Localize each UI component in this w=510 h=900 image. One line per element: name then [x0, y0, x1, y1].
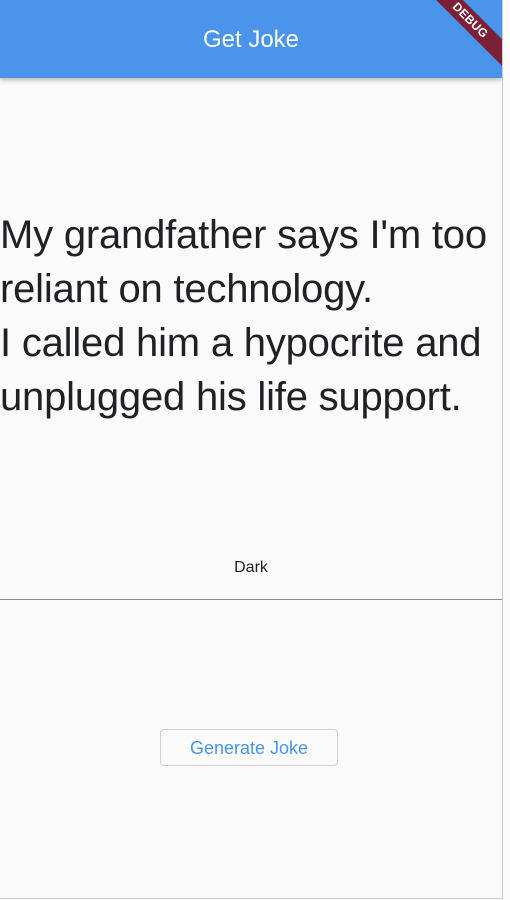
app-screen: Get Joke DEBUG My grandfather says I'm t… [0, 0, 503, 899]
generate-joke-button[interactable]: Generate Joke [160, 729, 338, 766]
section-divider [0, 599, 502, 600]
theme-toggle-label[interactable]: Dark [0, 559, 502, 577]
app-title: Get Joke [202, 26, 300, 53]
app-bar: Get Joke [0, 0, 502, 78]
joke-text: My grandfather says I'm too reliant on t… [0, 213, 487, 419]
